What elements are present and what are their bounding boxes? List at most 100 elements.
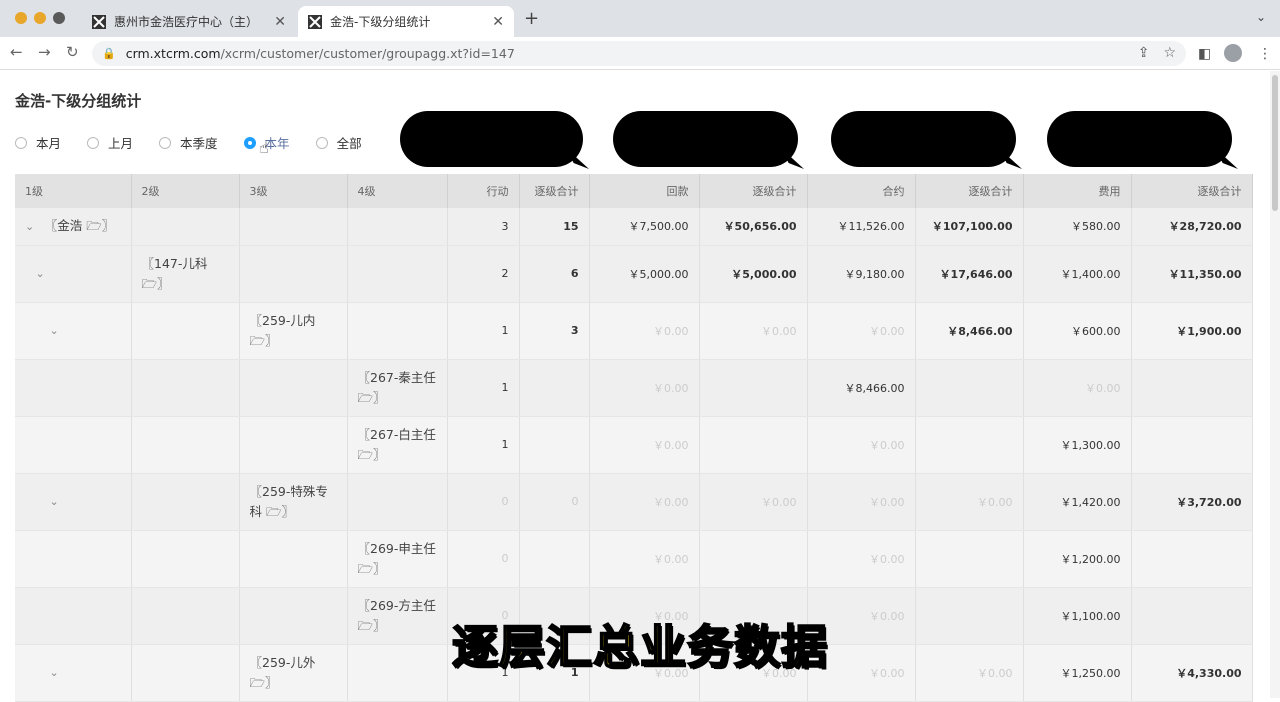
action-sum-cell: 0 (519, 473, 590, 531)
radio-icon (159, 136, 172, 149)
group-name-link[interactable]: 〖147-儿科 🗁〗 (142, 256, 208, 291)
table-row: 〖269-申主任 🗁〗 0 ￥0.00 ￥0.00 ￥1,200.00 (15, 530, 1253, 588)
action-cell: 1 (447, 416, 520, 474)
period-option-last-month[interactable]: 上月 (87, 133, 133, 152)
col-header-level1[interactable]: 1级 (15, 174, 132, 208)
chevron-down-icon[interactable]: ⌄ (36, 267, 45, 280)
contract-sum-cell: ￥8,466.00 (915, 302, 1024, 360)
period-option-this-quarter[interactable]: 本季度 (159, 133, 218, 152)
fee-cell: ￥1,300.00 (1023, 416, 1132, 474)
col-header-action[interactable]: 行动 (447, 174, 520, 208)
url-host: crm.xtcrm.com (125, 46, 221, 61)
group-name-link[interactable]: 〖267-秦主任 🗁〗 (358, 370, 436, 405)
fee-sum-cell: ￥11,350.00 (1131, 245, 1253, 303)
table-row: ⌄ 〖259-儿内 🗁〗 1 3 ￥0.00 ￥0.00 ￥0.00 ￥8,46… (15, 302, 1253, 360)
fee-sum-cell (1131, 416, 1253, 474)
page-title: 金浩-下级分组统计 (15, 92, 142, 110)
action-cell: 2 (447, 245, 520, 303)
tab-2-close-icon[interactable]: ✕ (492, 14, 504, 30)
col-header-fee[interactable]: 费用 (1023, 174, 1132, 208)
back-arrow-icon[interactable]: ← (10, 43, 23, 61)
chevron-down-icon[interactable]: ⌄ (25, 220, 34, 233)
page-content: 金浩-下级分组统计 本月 上月 本季度 本年 全部 1级 2级 3级 4级 行动… (0, 71, 1280, 702)
col-header-contract-sum[interactable]: 逐级合计 (915, 174, 1024, 208)
chevron-down-icon[interactable]: ⌄ (49, 495, 58, 508)
action-cell: 0 (447, 473, 520, 531)
contract-cell: ￥11,526.00 (807, 208, 916, 246)
minimize-window-button[interactable] (34, 12, 46, 24)
reload-icon[interactable]: ↻ (66, 43, 79, 61)
action-sum-cell: 15 (519, 208, 590, 246)
new-tab-button[interactable]: + (524, 8, 539, 29)
col-header-level3[interactable]: 3级 (239, 174, 348, 208)
contract-sum-cell (915, 530, 1024, 588)
profile-avatar[interactable] (1224, 44, 1242, 62)
fee-sum-cell (1131, 587, 1253, 645)
tab-1-close-icon[interactable]: ✕ (274, 14, 286, 30)
fee-sum-cell: ￥28,720.00 (1131, 208, 1253, 246)
address-bar[interactable]: 🔒 crm.xtcrm.com/xcrm/customer/customer/g… (92, 41, 1186, 66)
contract-sum-cell: ￥17,646.00 (915, 245, 1024, 303)
contract-sum-cell: ￥0.00 (915, 644, 1024, 702)
group-name-link[interactable]: 〖259-儿外 🗁〗 (250, 655, 316, 690)
period-option-this-month[interactable]: 本月 (15, 133, 61, 152)
group-name-link[interactable]: 〖259-特殊专科 🗁〗 (250, 484, 328, 519)
level4-cell: 〖269-方主任 🗁〗 (347, 587, 448, 645)
col-header-level2[interactable]: 2级 (131, 174, 240, 208)
radio-icon (15, 136, 27, 149)
table-row: ⌄ 〖金浩 🗁〗 3 15 ￥7,500.00 ￥50,656.00 ￥11,5… (15, 208, 1253, 246)
col-header-payment-sum[interactable]: 逐级合计 (699, 174, 808, 208)
side-panel-icon[interactable]: ◧ (1198, 46, 1211, 62)
chevron-down-icon[interactable]: ⌄ (49, 324, 58, 337)
maximize-window-button[interactable] (53, 12, 65, 24)
payment-sum-cell: ￥0.00 (699, 473, 808, 531)
menu-kebab-icon[interactable]: ⋮ (1258, 46, 1272, 62)
page-scrollbar[interactable] (1270, 71, 1280, 698)
payment-cell: ￥0.00 (589, 416, 700, 474)
col-header-action-sum[interactable]: 逐级合计 (519, 174, 590, 208)
bookmark-star-icon[interactable]: ☆ (1163, 45, 1176, 61)
radio-icon (87, 136, 100, 149)
period-option-all[interactable]: 全部 (315, 133, 362, 152)
url-path: /xcrm/customer/customer/groupagg.xt?id=1… (220, 46, 515, 61)
tab-2[interactable]: 金浩-下级分组统计 ✕ (298, 6, 514, 37)
level1-cell: ⌄ 〖金浩 🗁〗 (15, 208, 132, 246)
action-sum-cell (519, 530, 590, 588)
action-cell: 0 (447, 530, 520, 588)
table-header-row: 1级 2级 3级 4级 行动 逐级合计 回款 逐级合计 合约 逐级合计 费用 逐… (15, 174, 1253, 208)
fee-cell: ￥1,200.00 (1023, 530, 1132, 588)
forward-arrow-icon[interactable]: → (38, 43, 51, 61)
tab-1[interactable]: 惠州市金浩医疗中心（主） ✕ (82, 6, 296, 37)
tab-1-title: 惠州市金浩医疗中心（主） (114, 15, 259, 29)
fee-cell: ￥1,420.00 (1023, 473, 1132, 531)
fee-cell: ￥600.00 (1023, 302, 1132, 360)
table-row: 〖267-秦主任 🗁〗 1 ￥0.00 ￥8,466.00 ￥0.00 (15, 359, 1253, 417)
group-name-link[interactable]: 〖269-申主任 🗁〗 (358, 541, 436, 576)
fee-sum-cell: ￥4,330.00 (1131, 644, 1253, 702)
group-name-link[interactable]: 〖259-儿内 🗁〗 (250, 313, 316, 348)
contract-cell: ￥0.00 (807, 530, 916, 588)
group-name-link[interactable]: 〖267-白主任 🗁〗 (358, 427, 436, 462)
contract-cell: ￥0.00 (807, 473, 916, 531)
col-header-contract[interactable]: 合约 (807, 174, 916, 208)
payment-sum-cell (699, 416, 808, 474)
col-header-payment[interactable]: 回款 (589, 174, 700, 208)
redaction-bubble (400, 111, 583, 167)
col-header-level4[interactable]: 4级 (347, 174, 448, 208)
table-row: ⌄ 〖147-儿科 🗁〗 2 6 ￥5,000.00 ￥5,000.00 ￥9,… (15, 245, 1253, 303)
group-name-link[interactable]: 〖269-方主任 🗁〗 (358, 598, 436, 633)
scrollbar-thumb[interactable] (1272, 75, 1278, 211)
col-header-fee-sum[interactable]: 逐级合计 (1131, 174, 1253, 208)
chevron-down-icon[interactable]: ⌄ (49, 666, 58, 679)
payment-sum-cell (699, 530, 808, 588)
lock-icon: 🔒 (102, 47, 116, 60)
level3-cell: 〖259-特殊专科 🗁〗 (239, 473, 348, 531)
radio-checked-icon (243, 136, 256, 149)
close-window-button[interactable] (15, 12, 27, 24)
action-cell: 1 (447, 359, 520, 417)
fee-cell: ￥580.00 (1023, 208, 1132, 246)
group-name-link[interactable]: 〖金浩 🗁〗 (45, 218, 114, 233)
share-icon[interactable]: ⇪ (1138, 45, 1150, 61)
tab-search-chevron-icon[interactable]: ⌄ (1256, 10, 1266, 24)
contract-cell: ￥9,180.00 (807, 245, 916, 303)
